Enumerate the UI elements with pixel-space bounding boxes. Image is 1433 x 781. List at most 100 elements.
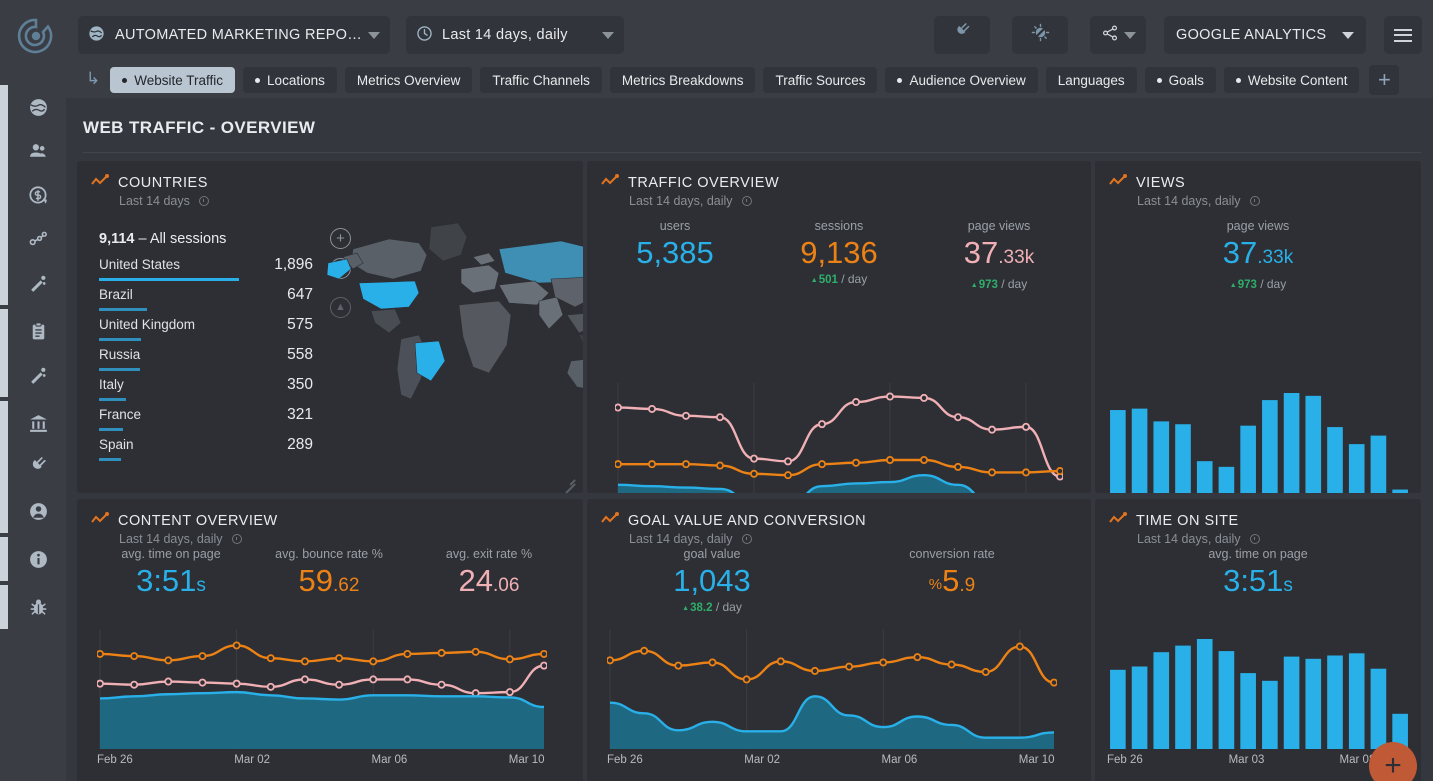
- country-row[interactable]: Spain 289: [99, 436, 313, 467]
- kpi-page-views: page views37.33k973 / day: [1158, 219, 1358, 291]
- country-bar: [99, 428, 123, 431]
- countries-total-suffix: – All sessions: [138, 231, 227, 247]
- menu-icon: [1394, 25, 1412, 45]
- x-tick-label: Feb 26: [607, 754, 643, 766]
- panel-subtitle: Last 14 days: [119, 194, 190, 208]
- panel-time-on-site[interactable]: TIME ON SITE Last 14 days, daily Feb 26 M…: [1095, 499, 1421, 781]
- kpi-value: 37: [1222, 235, 1258, 270]
- kpi-value: 9,136: [800, 235, 878, 270]
- kpi-users: users 5,385: [595, 219, 755, 271]
- tab-dot: [255, 77, 261, 83]
- tab-website-content[interactable]: Website Content: [1223, 67, 1360, 93]
- tab-metrics-breakdowns[interactable]: Metrics Breakdowns: [609, 67, 756, 93]
- tab-traffic-channels[interactable]: Traffic Channels: [480, 67, 602, 93]
- panel-subtitle: Last 14 days, daily: [629, 532, 733, 546]
- panel-content-overview[interactable]: CONTENT OVERVIEW Last 14 days, daily Feb…: [77, 499, 583, 781]
- sidebar-item-bank[interactable]: [8, 401, 66, 445]
- tab-bar: ↳ Website Traffic Locations Metrics Overvi…: [0, 62, 1433, 98]
- panel-title: TIME ON SITE: [1136, 512, 1239, 529]
- sidebar-item-refresh-currency[interactable]: [8, 173, 66, 217]
- country-value: 575: [287, 316, 313, 333]
- menu-button[interactable]: [1384, 16, 1422, 54]
- tab-traffic-sources[interactable]: Traffic Sources: [763, 67, 878, 93]
- country-name: Brazil: [99, 287, 133, 302]
- tab-label: Locations: [267, 72, 325, 88]
- countries-header: COUNTRIES Last 14 days: [91, 174, 209, 208]
- kpi-delta-unit: / day: [841, 272, 868, 286]
- light-off-icon-button[interactable]: [1012, 16, 1068, 54]
- country-bar: [99, 278, 239, 281]
- sidebar-item-wand-2[interactable]: [8, 353, 66, 397]
- x-tick-label: Feb 26: [97, 754, 133, 766]
- tab-label: Traffic Channels: [492, 72, 590, 88]
- panel-countries[interactable]: COUNTRIES Last 14 days 9,114 – All sessi…: [77, 161, 583, 493]
- sparkline-icon: [91, 512, 109, 529]
- plug-icon-button[interactable]: [934, 16, 990, 54]
- kpi-delta-value: 973: [971, 279, 998, 291]
- country-row[interactable]: Brazil 647: [99, 286, 313, 317]
- kpi-delta: 973 / day: [1158, 277, 1358, 291]
- sidebar-item-info[interactable]: [8, 537, 66, 581]
- share-nodes-icon: [28, 229, 49, 250]
- country-value: 350: [287, 376, 313, 393]
- panel-subtitle: Last 14 days, daily: [629, 194, 733, 208]
- country-name: Italy: [99, 377, 124, 392]
- sidebar-item-wand[interactable]: [8, 261, 66, 305]
- sidebar-item-account[interactable]: [8, 489, 66, 533]
- refresh-currency-icon: [28, 185, 49, 206]
- country-value: 1,896: [274, 256, 313, 273]
- clock-icon: [741, 534, 752, 544]
- sidebar-item-clipboard[interactable]: [8, 309, 66, 353]
- sparkline-icon: [1109, 512, 1127, 529]
- kpi-suffix: .33k: [998, 247, 1035, 268]
- country-row[interactable]: Russia 558: [99, 346, 313, 377]
- tab-audience-overview[interactable]: Audience Overview: [885, 67, 1038, 93]
- tab-website-traffic[interactable]: Website Traffic: [110, 67, 236, 93]
- country-row[interactable]: Italy 350: [99, 376, 313, 407]
- kpi-avg-time-on-page: avg. time on page 3:51s: [1148, 547, 1368, 604]
- tab-languages[interactable]: Languages: [1045, 67, 1137, 93]
- sidebar-item-bug[interactable]: [8, 585, 66, 629]
- kpi-delta-unit: / day: [1001, 277, 1028, 291]
- wand-icon: [28, 273, 49, 294]
- panel-resize-handle[interactable]: [561, 471, 576, 493]
- country-row[interactable]: France 321: [99, 406, 313, 437]
- sidebar-item-plug[interactable]: [8, 445, 66, 489]
- chevron-down-icon: [1123, 31, 1136, 39]
- kpi-value-wrap: 24.06: [399, 563, 579, 604]
- panel-traffic-overview[interactable]: TRAFFIC OVERVIEW Last 14 days, daily Feb…: [587, 161, 1091, 493]
- sidebar-item-users[interactable]: [8, 129, 66, 173]
- kpi-value-wrap: 5,385: [595, 235, 755, 271]
- date-range-selector[interactable]: Last 14 days, daily: [406, 16, 624, 54]
- data-source-selector[interactable]: GOOGLE ANALYTICS: [1164, 16, 1366, 54]
- country-row[interactable]: United States 1,896: [99, 256, 313, 287]
- panel-goal-value[interactable]: GOAL VALUE AND CONVERSION Last 14 days, …: [587, 499, 1091, 781]
- sparkline-icon: [601, 512, 619, 529]
- tab-goals[interactable]: Goals: [1144, 67, 1216, 93]
- kpi-value: 1,043: [673, 563, 751, 598]
- share-icon-button[interactable]: [1090, 16, 1146, 54]
- clock-icon: [1249, 196, 1260, 206]
- page-title: WEB TRAFFIC - OVERVIEW: [83, 118, 316, 137]
- tab-label: Audience Overview: [909, 72, 1026, 88]
- kpi-delta-unit: / day: [1260, 277, 1287, 291]
- kpi-goal-value: goal value 1,043 38.2 / day: [612, 547, 812, 614]
- add-tab-button[interactable]: +: [1369, 65, 1400, 95]
- panel-views[interactable]: VIEWS Last 14 days, daily Feb 26Mar 03Ma…: [1095, 161, 1421, 493]
- tab-locations[interactable]: Locations: [243, 67, 337, 93]
- country-value: 558: [287, 346, 313, 363]
- kpi-value: 5,385: [636, 235, 714, 270]
- sidebar-item-share-nodes[interactable]: [8, 217, 66, 261]
- chevron-down-icon: [602, 31, 614, 39]
- country-row[interactable]: United Kingdom 575: [99, 316, 313, 347]
- world-map[interactable]: [323, 211, 583, 451]
- report-selector[interactable]: AUTOMATED MARKETING REPORTS: [78, 16, 390, 54]
- kpi-value: 37: [963, 235, 999, 270]
- kpi-delta: 973 / day: [919, 277, 1079, 291]
- traffic-header: TRAFFIC OVERVIEW Last 14 days, daily: [601, 174, 779, 208]
- plug-icon: [953, 23, 972, 47]
- tab-metrics-overview[interactable]: Metrics Overview: [344, 67, 473, 93]
- content-overview-chart: [97, 629, 547, 749]
- tab-label: Languages: [1057, 72, 1125, 88]
- tab-label: Goals: [1168, 72, 1204, 88]
